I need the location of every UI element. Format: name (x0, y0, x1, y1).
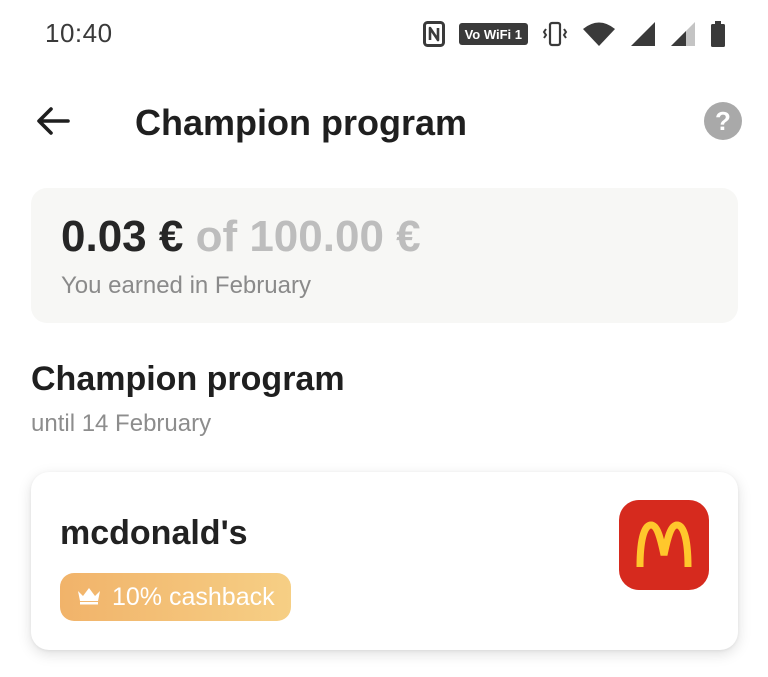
back-button[interactable] (28, 98, 78, 148)
earnings-caption: You earned in February (61, 272, 311, 299)
merchant-name: mcdonald's (60, 514, 248, 552)
wifi-icon (582, 21, 616, 47)
earnings-progress: 0.03 € of 100.00 € (61, 212, 421, 262)
page-title: Champion program (135, 102, 468, 143)
status-bar: 10:40 Vo WiFi 1 (0, 0, 768, 66)
target-amount: of 100.00 € (195, 212, 421, 261)
nfc-icon (422, 21, 445, 47)
mcdonalds-logo-icon (619, 500, 709, 590)
vibrate-icon (542, 21, 568, 47)
help-button[interactable]: ? (704, 102, 742, 140)
crown-icon (76, 583, 102, 612)
signal-icon (630, 21, 656, 47)
merchant-card[interactable]: mcdonald's 10% cashback (31, 472, 738, 650)
app-header: Champion program ? (0, 88, 768, 158)
earned-amount: 0.03 € (61, 212, 184, 261)
section-subtitle: until 14 February (31, 410, 212, 437)
page: 10:40 Vo WiFi 1 Champion program ? 0.03 … (0, 0, 768, 677)
earnings-card: 0.03 € of 100.00 € You earned in Februar… (31, 188, 738, 323)
vowifi-icon: Vo WiFi 1 (458, 23, 528, 45)
section-title: Champion program (31, 360, 345, 398)
arrow-left-icon (36, 106, 70, 141)
status-time: 10:40 (45, 18, 113, 48)
cashback-badge: 10% cashback (60, 573, 291, 621)
signal-secondary-icon (670, 21, 696, 47)
cashback-label: 10% cashback (112, 582, 275, 611)
status-icons: Vo WiFi 1 (422, 20, 726, 48)
battery-icon (710, 21, 726, 47)
